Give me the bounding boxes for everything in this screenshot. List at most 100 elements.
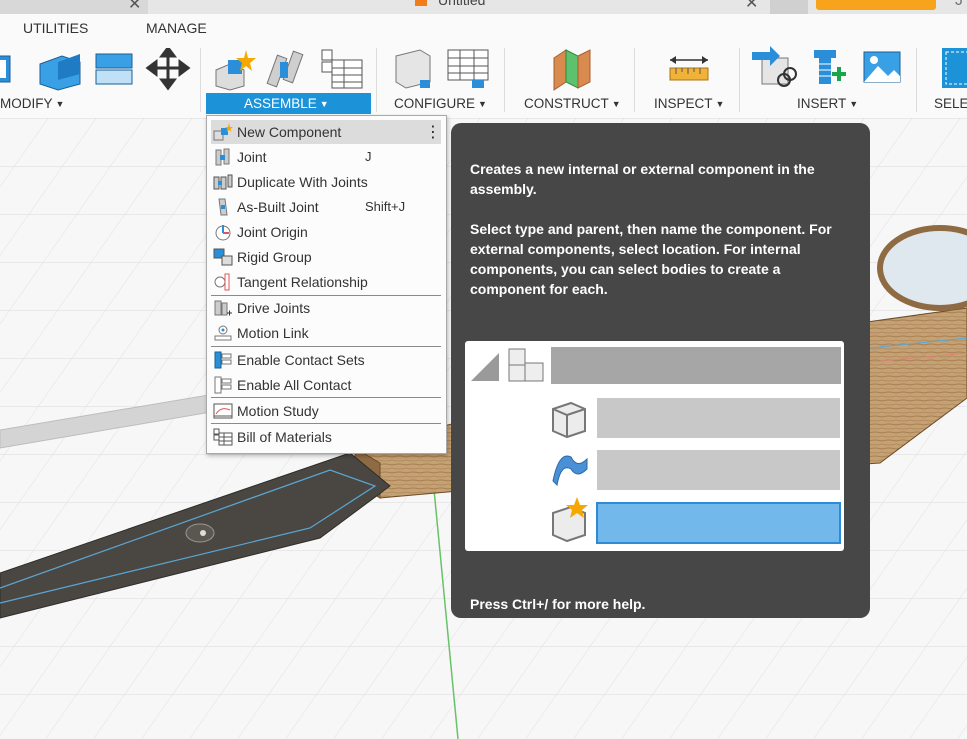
menu-item-joint-origin[interactable]: Joint Origin: [207, 219, 446, 244]
move-copy-icon: [145, 48, 191, 91]
menu-item-label: Tangent Relationship: [237, 274, 368, 290]
insert-canvas-icon: [863, 51, 901, 83]
menu-item-label: Joint Origin: [237, 224, 308, 240]
construct-plane-icon[interactable]: [548, 46, 598, 92]
caret-down-icon: ▼: [849, 99, 859, 109]
menu-item-label: Motion Link: [237, 325, 309, 341]
modify-tools-icons[interactable]: [0, 48, 200, 92]
shell-icon: [95, 53, 133, 85]
motion-study-icon: [213, 403, 233, 419]
command-tooltip: Creates a new internal or external compo…: [451, 123, 870, 618]
select-label: SELE: [934, 96, 967, 111]
tab-manage[interactable]: MANAGE: [146, 20, 207, 36]
tooltip-footer: Press Ctrl+/ for more help.: [470, 596, 646, 612]
menu-item-shortcut: J: [365, 149, 372, 164]
assemble-label: ASSEMBLE: [244, 96, 317, 111]
menu-item-label: Enable All Contact: [237, 377, 352, 393]
toolbar-separator: [916, 48, 917, 112]
configure-tools-icons[interactable]: [390, 46, 500, 92]
inspect-label: INSPECT: [654, 96, 713, 111]
name-field: [597, 450, 840, 490]
menu-item-label: As-Built Joint: [237, 199, 319, 215]
inspect-menu-button[interactable]: INSPECT ▼: [654, 96, 724, 111]
tab-utilities[interactable]: UTILITIES: [23, 20, 88, 36]
close-document-icon[interactable]: ✕: [745, 0, 758, 13]
insert-mcmaster-icon: [814, 50, 846, 84]
configure-menu-button[interactable]: CONFIGURE ▼: [394, 96, 487, 111]
caret-down-icon: ▼: [715, 99, 725, 109]
new-component-icon: [213, 123, 233, 141]
menu-item-label: Joint: [237, 149, 267, 165]
insert-menu-button[interactable]: INSERT ▼: [797, 96, 858, 111]
tangent-relationship-icon: [214, 273, 230, 291]
modify-menu-button[interactable]: MODIFY ▼: [0, 96, 64, 111]
all-contact-icon: [214, 376, 232, 394]
menu-item-as-built-joint[interactable]: As-Built Joint Shift+J: [207, 194, 446, 219]
configure-table-icon: [447, 49, 489, 88]
caret-down-icon: ▼: [478, 99, 487, 109]
fillet-icon: [39, 54, 81, 91]
type-field: [597, 398, 840, 438]
caret-down-icon: ▼: [55, 99, 65, 109]
menu-item-new-component[interactable]: New Component: [207, 119, 446, 144]
menu-item-rigid-group[interactable]: Rigid Group: [207, 244, 446, 269]
insert-label: INSERT: [797, 96, 847, 111]
new-tab-button[interactable]: [770, 0, 808, 14]
as-built-joint-icon: [218, 198, 228, 216]
assemble-tools-icons[interactable]: [212, 48, 372, 92]
caret-down-icon: ▼: [611, 99, 621, 109]
parent-field: [551, 347, 841, 384]
document-tab[interactable]: [0, 0, 148, 14]
menu-item-enable-all-contact[interactable]: Enable All Contact: [207, 372, 446, 397]
assemble-menu-button[interactable]: ASSEMBLE ▼: [244, 96, 329, 111]
construct-menu-button[interactable]: CONSTRUCT ▼: [524, 96, 621, 111]
menu-item-label: New Component: [237, 124, 342, 140]
document-icon: [415, 0, 427, 6]
select-icon[interactable]: [940, 46, 967, 92]
document-title[interactable]: Untitled: [438, 0, 485, 8]
menu-item-shortcut: Shift+J: [365, 199, 406, 214]
menu-item-label: Motion Study: [237, 403, 319, 419]
menu-item-label: Bill of Materials: [237, 429, 332, 445]
surface-icon: [552, 455, 588, 487]
close-tab-icon[interactable]: ✕: [128, 0, 141, 14]
menu-item-duplicate-with-joints[interactable]: Duplicate With Joints: [207, 169, 446, 194]
upgrade-button[interactable]: [816, 0, 936, 10]
select-menu-button[interactable]: SELE: [934, 96, 967, 111]
assemble-dropdown-menu: ⋮ New Component Joint J Duplicate With J…: [206, 115, 447, 454]
menu-item-motion-link[interactable]: Motion Link: [207, 320, 446, 345]
joint-origin-icon: [215, 225, 231, 241]
duplicate-joints-icon: [213, 174, 233, 190]
caret-down-icon: ▼: [319, 99, 329, 109]
modify-label: MODIFY: [0, 96, 53, 111]
cube-icon: [552, 401, 586, 439]
configure-label: CONFIGURE: [394, 96, 475, 111]
menu-item-drive-joints[interactable]: Drive Joints: [207, 295, 446, 320]
new-component-star-icon: [552, 497, 588, 543]
insert-tools-icons[interactable]: [752, 46, 907, 92]
user-avatar[interactable]: J: [955, 0, 963, 10]
insert-derive-icon: [752, 46, 797, 87]
menu-item-label: Rigid Group: [237, 249, 312, 265]
menu-item-label: Drive Joints: [237, 300, 311, 316]
measure-icon[interactable]: [668, 52, 712, 84]
menu-item-label: Duplicate With Joints: [237, 174, 368, 190]
menu-item-bill-of-materials[interactable]: Bill of Materials: [207, 424, 446, 449]
construct-label: CONSTRUCT: [524, 96, 609, 111]
menu-item-tangent-relationship[interactable]: Tangent Relationship: [207, 269, 446, 294]
collapse-triangle-icon: [471, 353, 499, 381]
tooltip-description: Creates a new internal or external compo…: [470, 161, 815, 197]
motion-link-icon: [214, 325, 232, 341]
tooltip-illustration: [465, 341, 844, 551]
menu-item-enable-contact-sets[interactable]: Enable Contact Sets: [207, 347, 446, 372]
menu-item-motion-study[interactable]: Motion Study: [207, 398, 446, 423]
joint-icon: [215, 148, 230, 166]
menu-item-label: Enable Contact Sets: [237, 352, 365, 368]
toolbar-separator: [504, 48, 505, 112]
component-icon: [508, 348, 544, 382]
toolbar-separator: [376, 48, 377, 112]
configure-cube-icon: [395, 49, 431, 89]
menu-item-joint[interactable]: Joint J: [207, 144, 446, 169]
location-field: [596, 502, 841, 544]
drive-joints-icon: [214, 300, 232, 316]
